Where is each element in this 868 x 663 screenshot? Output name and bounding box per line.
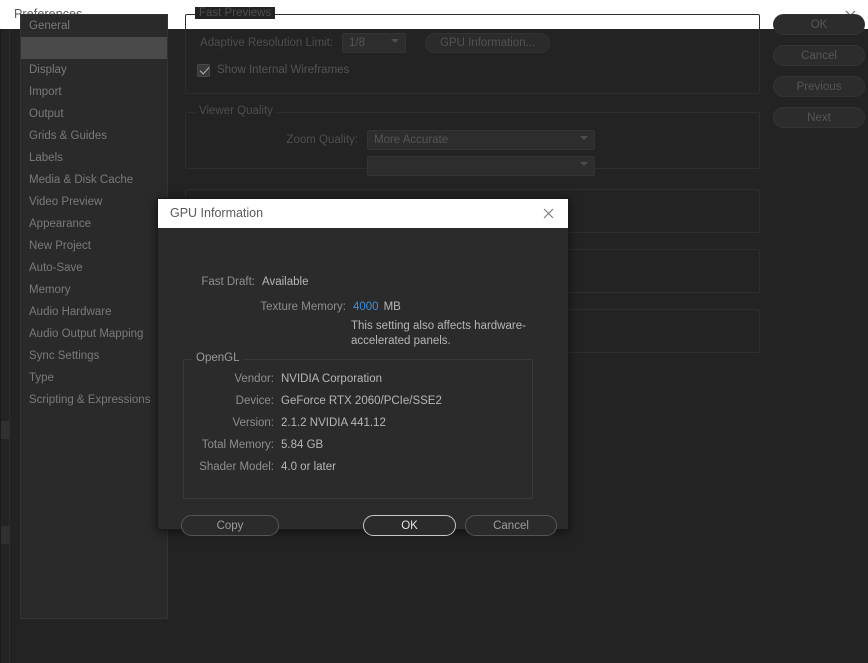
sidebar-item-audio-output-mapping[interactable]: Audio Output Mapping <box>21 323 167 345</box>
zoom-quality-value: More Accurate <box>374 134 448 146</box>
left-edge-strip <box>1 29 10 663</box>
opengl-row-value: NVIDIA Corporation <box>281 373 382 385</box>
opengl-row-label: Shader Model: <box>184 461 274 473</box>
opengl-legend: OpenGL <box>192 352 243 364</box>
group-viewer-quality: Viewer Quality Zoom Quality: More Accura… <box>185 112 760 169</box>
opengl-row-value: 2.1.2 NVIDIA 441.12 <box>281 417 386 429</box>
secondary-select-row <box>186 154 759 178</box>
adaptive-resolution-value: 1/8 <box>349 37 365 49</box>
texture-memory-label: Texture Memory: <box>183 301 346 313</box>
strip-notch-upper <box>1 421 10 439</box>
sidebar-item-selected[interactable] <box>21 37 167 59</box>
zoom-quality-row: Zoom Quality: More Accurate <box>186 126 759 154</box>
preferences-category-list[interactable]: General DisplayImportOutputGrids & Guides… <box>20 14 168 619</box>
fast-draft-label: Fast Draft: <box>183 276 255 288</box>
opengl-row-label: Vendor: <box>184 373 274 385</box>
copy-button[interactable]: Copy <box>181 515 279 536</box>
opengl-row-label: Device: <box>184 395 274 407</box>
sidebar-item-general[interactable]: General <box>21 15 167 37</box>
sidebar-item-video-preview[interactable]: Video Preview <box>21 191 167 213</box>
opengl-row-value: 4.0 or later <box>281 461 336 473</box>
sidebar-item-labels[interactable]: Labels <box>21 147 167 169</box>
next-button[interactable]: Next <box>773 107 865 128</box>
close-icon[interactable] <box>538 204 558 223</box>
dialog-action-buttons: OK Cancel Previous Next <box>773 14 865 138</box>
adaptive-resolution-select[interactable]: 1/8 <box>342 33 406 53</box>
texture-memory-row: Texture Memory: 4000 MB <box>183 301 401 313</box>
texture-memory-note: This setting also affects hardware-accel… <box>351 319 536 349</box>
sidebar-item-import[interactable]: Import <box>21 81 167 103</box>
zoom-quality-label: Zoom Quality: <box>198 134 358 146</box>
opengl-rows: Vendor: NVIDIA Corporation Device: GeForce … <box>184 360 532 483</box>
sidebar-item-audio-hardware[interactable]: Audio Hardware <box>21 301 167 323</box>
show-internal-wireframes-label: Show Internal Wireframes <box>217 64 349 76</box>
group-fast-previews: Fast Previews Adaptive Resolution Limit:… <box>185 14 760 94</box>
show-internal-wireframes-row[interactable]: Show Internal Wireframes <box>186 57 759 83</box>
fast-draft-row: Fast Draft: Available <box>183 276 308 288</box>
secondary-select[interactable] <box>367 156 595 176</box>
ok-button[interactable]: OK <box>773 14 865 35</box>
gpu-dialog-title: GPU Information <box>170 206 263 220</box>
chevron-down-icon <box>580 162 588 166</box>
sidebar-item-media-disk-cache[interactable]: Media & Disk Cache <box>21 169 167 191</box>
opengl-row-value: 5.84 GB <box>281 439 323 451</box>
gpu-dialog-titlebar: GPU Information <box>158 199 568 228</box>
sidebar-item-output[interactable]: Output <box>21 103 167 125</box>
sidebar-item-scripting-expressions[interactable]: Scripting & Expressions <box>21 389 167 411</box>
sidebar-item-auto-save[interactable]: Auto-Save <box>21 257 167 279</box>
preferences-window: Preferences GeneralDisplayImportOutputGr… <box>0 0 868 663</box>
sidebar-item-appearance[interactable]: Appearance <box>21 213 167 235</box>
opengl-row-label: Version: <box>184 417 274 429</box>
fast-draft-value: Available <box>262 276 308 288</box>
opengl-row: Vendor: NVIDIA Corporation <box>184 373 532 395</box>
opengl-row: Shader Model: 4.0 or later <box>184 461 532 483</box>
gpu-information-button[interactable]: GPU Information... <box>425 33 550 53</box>
opengl-row: Version: 2.1.2 NVIDIA 441.12 <box>184 417 532 439</box>
opengl-row-value: GeForce RTX 2060/PCIe/SSE2 <box>281 395 442 407</box>
sidebar-item-memory[interactable]: Memory <box>21 279 167 301</box>
opengl-row-label: Total Memory: <box>184 439 274 451</box>
previous-button[interactable]: Previous <box>773 76 865 97</box>
show-internal-wireframes-checkbox[interactable] <box>197 64 210 77</box>
group-legend-fast-previews: Fast Previews <box>195 7 275 19</box>
adaptive-resolution-row: Adaptive Resolution Limit: 1/8 GPU Infor… <box>186 29 759 57</box>
cancel-button[interactable]: Cancel <box>465 515 557 536</box>
sidebar-item-type[interactable]: Type <box>21 367 167 389</box>
chevron-down-icon <box>580 136 588 140</box>
opengl-group: OpenGL Vendor:NVIDIA CorporationDevice:G… <box>183 359 533 499</box>
chevron-down-icon <box>391 39 399 43</box>
sidebar-item-display[interactable]: Display <box>21 59 167 81</box>
sidebar-item-new-project[interactable]: New Project <box>21 235 167 257</box>
gpu-information-dialog: GPU Information Fast Draft: Available Te… <box>157 198 569 530</box>
strip-notch-lower <box>1 526 10 544</box>
opengl-row: Device: GeForce RTX 2060/PCIe/SSE2 <box>184 395 532 417</box>
opengl-row: Total Memory: 5.84 GB <box>184 439 532 461</box>
gpu-dialog-body: Fast Draft: Available Texture Memory: 40… <box>158 228 568 530</box>
sidebar-item-sync-settings[interactable]: Sync Settings <box>21 345 167 367</box>
adaptive-resolution-label: Adaptive Resolution Limit: <box>198 37 333 49</box>
texture-memory-unit: MB <box>384 301 401 313</box>
sidebar-item-grids-guides[interactable]: Grids & Guides <box>21 125 167 147</box>
ok-button[interactable]: OK <box>363 515 456 536</box>
cancel-button[interactable]: Cancel <box>773 45 865 66</box>
group-legend-viewer-quality: Viewer Quality <box>195 105 277 117</box>
zoom-quality-select[interactable]: More Accurate <box>367 130 595 150</box>
texture-memory-value[interactable]: 4000 <box>353 301 379 313</box>
